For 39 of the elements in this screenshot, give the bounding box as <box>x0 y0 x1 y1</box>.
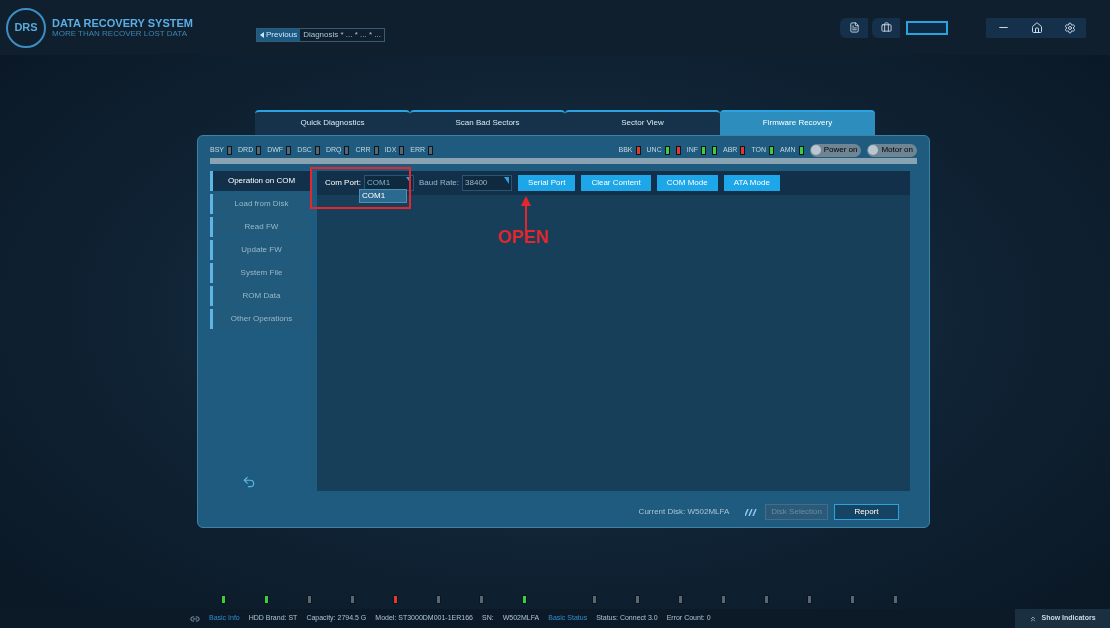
back-icon[interactable] <box>242 475 256 489</box>
current-disk-label: Current Disk: W502MLFA <box>638 506 730 518</box>
tab[interactable]: Scan Bad Sectors <box>410 110 565 135</box>
action-button[interactable]: Clear Content <box>581 175 651 191</box>
toggle-switch[interactable]: Power on <box>809 143 862 157</box>
previous-button[interactable]: Previous <box>257 29 301 41</box>
nav-item[interactable]: System File <box>210 263 310 283</box>
app-subtitle: MORE THAN RECOVER LOST DATA <box>52 28 188 39</box>
nav-item[interactable]: Operation on COM <box>210 171 310 191</box>
report-button[interactable]: Report <box>834 504 899 520</box>
stripes-icon <box>745 508 760 516</box>
app-title: DATA RECOVERY SYSTEM <box>52 16 194 29</box>
tab[interactable]: Firmware Recovery <box>720 110 875 135</box>
tab[interactable]: Quick Diagnostics <box>255 110 410 135</box>
briefcase-icon[interactable] <box>872 17 900 38</box>
nav-item[interactable]: Update FW <box>210 240 310 260</box>
com-port-label: Com Port: <box>325 177 361 189</box>
toggle-switch[interactable]: Motor on <box>867 143 917 157</box>
settings-icon[interactable] <box>1063 21 1076 34</box>
link-icon <box>190 613 200 624</box>
report-file-icon[interactable] <box>840 17 868 38</box>
device-selector-button[interactable] <box>906 20 948 35</box>
baud-rate-label: Baud Rate: <box>419 177 460 189</box>
baud-rate-dropdown[interactable]: 38400 <box>462 175 513 191</box>
breadcrumb-path: Diagnosis * ... * ... * ... <box>302 29 382 41</box>
annotation-label: OPEN <box>498 226 549 249</box>
nav-item[interactable]: Load from Disk <box>210 194 310 214</box>
logo-text: DRS <box>14 20 38 36</box>
tab[interactable]: Sector View <box>565 110 720 135</box>
action-button[interactable]: Serial Port <box>518 175 576 191</box>
action-button[interactable]: ATA Mode <box>723 175 780 191</box>
nav-item[interactable]: ROM Data <box>210 286 310 306</box>
arrow-annotation <box>521 196 531 232</box>
nav-item[interactable]: Other Operations <box>210 309 310 329</box>
dropdown-option[interactable]: COM1 <box>359 189 407 203</box>
chevrons-up-icon <box>1029 614 1038 623</box>
action-button[interactable]: COM Mode <box>656 175 718 191</box>
nav-item[interactable]: Read FW <box>210 217 310 237</box>
home-icon[interactable] <box>1030 21 1043 34</box>
